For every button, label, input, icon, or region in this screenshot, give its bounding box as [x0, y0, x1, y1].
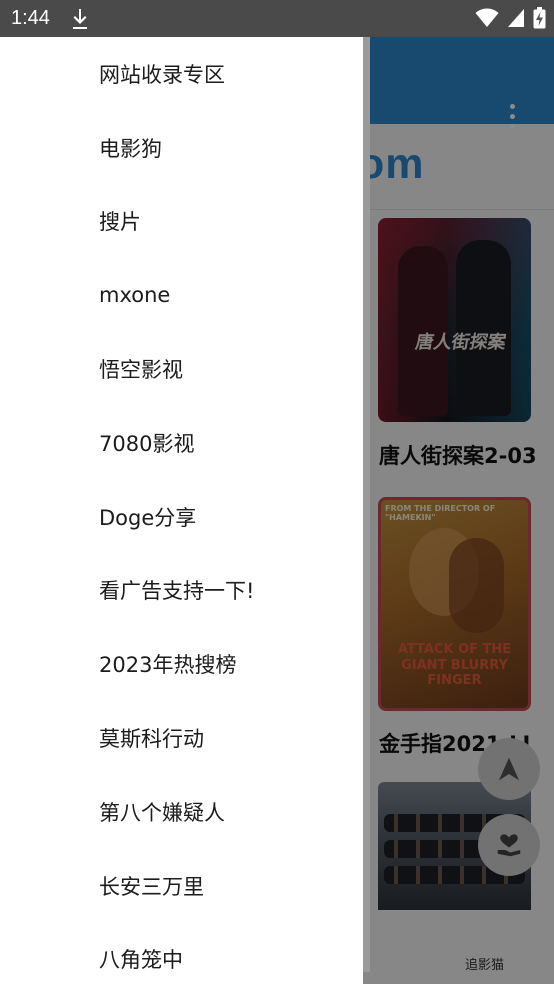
wifi-icon	[475, 8, 499, 27]
battery-charging-icon	[533, 7, 546, 29]
drawer-item[interactable]: 莫斯科行动	[0, 701, 363, 775]
drawer-item[interactable]: 搜片	[0, 185, 363, 259]
drawer-item[interactable]: 2023年热搜榜	[0, 627, 363, 701]
drawer-item[interactable]: 网站收录专区	[0, 37, 363, 111]
drawer-item[interactable]: 八角笼中	[0, 923, 363, 984]
drawer-item[interactable]: 看广告支持一下!	[0, 554, 363, 628]
signal-icon	[508, 9, 524, 27]
drawer-item[interactable]: Doge分享	[0, 480, 363, 554]
drawer-item[interactable]: mxone	[0, 258, 363, 332]
drawer-item[interactable]: 电影狗	[0, 111, 363, 185]
navigation-drawer: 网站收录专区 电影狗 搜片 mxone 悟空影视 7080影视 Doge分享 看…	[0, 37, 363, 984]
drawer-item[interactable]: 悟空影视	[0, 332, 363, 406]
status-bar: 1:44	[0, 0, 554, 37]
drawer-item[interactable]: 7080影视	[0, 406, 363, 480]
drawer-scrollbar[interactable]	[363, 37, 370, 972]
status-time: 1:44	[11, 7, 50, 29]
drawer-menu: 网站收录专区 电影狗 搜片 mxone 悟空影视 7080影视 Doge分享 看…	[0, 37, 363, 984]
drawer-item[interactable]: 长安三万里	[0, 849, 363, 923]
download-icon	[73, 9, 87, 29]
drawer-item[interactable]: 第八个嫌疑人	[0, 775, 363, 849]
